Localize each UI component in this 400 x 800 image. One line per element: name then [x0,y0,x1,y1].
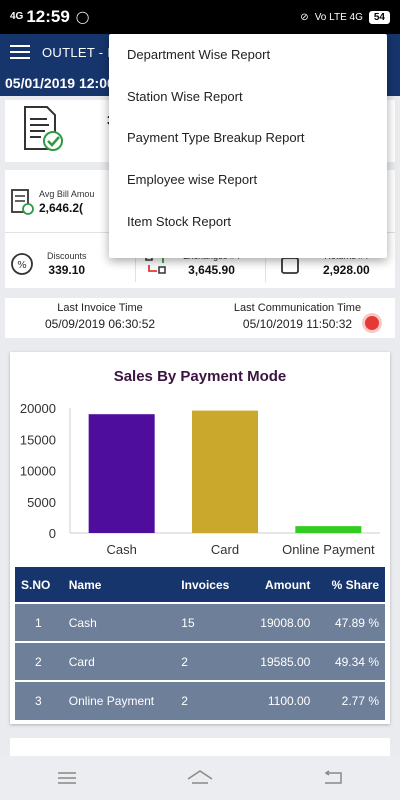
menu-item-station-wise-report[interactable]: Station Wise Report [109,76,387,118]
cell-sno: 2 [15,641,63,681]
x-tick-label: Cash [106,542,136,557]
table-row[interactable]: 2 Card 2 19585.00 49.34 % [15,641,385,681]
menu-item-payment-type-breakup-report[interactable]: Payment Type Breakup Report [109,117,387,159]
date-range-text: 05/01/2019 12:00 [5,75,115,91]
last-communication-label: Last Communication Time [233,302,362,314]
home-icon [187,770,213,784]
bar [295,526,362,533]
bar [192,410,258,533]
cell-name: Cash [62,602,176,642]
back-button[interactable] [313,763,353,793]
col-amount: Amount [244,567,317,603]
network-status: Vo LTE 4G [314,11,363,23]
mute-icon: ⊘ [300,11,309,23]
invoice-check-icon [24,106,63,151]
recent-apps-button[interactable] [47,763,87,793]
y-tick-label: 10000 [20,464,56,479]
menu-icon[interactable] [10,45,30,59]
y-tick-label: 5000 [27,495,56,510]
sales-bar-chart: 0 5000 10000 15000 20000 Cash Card Online Payme… [20,401,380,557]
col-invoices: Invoices [175,567,245,603]
returns-value: 2,928.00 [323,263,370,277]
time-card: Last Invoice Time 05/09/2019 06:30:52 La… [5,298,395,338]
menu-item-employee-wise-report[interactable]: Employee wise Report [109,159,387,201]
sales-chart-card: Sales By Payment Mode 0 5000 10000 15000 200… [10,352,390,724]
table-row[interactable]: 1 Cash 15 19008.00 47.89 % [15,602,385,642]
cell-share: 49.34 % [316,641,385,681]
x-tick-label: Card [211,542,239,557]
x-tick-label: Online Payment [282,542,375,557]
receipt-icon [5,188,39,216]
battery-indicator: 54 [368,10,390,24]
y-tick-label: 20000 [20,401,56,416]
col-name: Name [62,567,176,603]
last-communication-value: 05/10/2019 11:50:32 [242,317,353,331]
cell-name: Online Payment [62,680,176,720]
menu-item-department-wise-report[interactable]: Department Wise Report [109,34,387,76]
table-header-row: S.NO Name Invoices Amount % Share [15,567,385,603]
last-invoice-label: Last Invoice Time [57,302,143,314]
cell-name: Card [62,641,176,681]
exchanges-value: 3,645.90 [188,263,235,277]
cell-amount: 19585.00 [244,641,317,681]
bar [88,414,155,533]
whatsapp-icon: ◯ [75,10,90,24]
cell-invoices: 15 [175,602,245,642]
table-row[interactable]: 3 Online Payment 2 1100.00 2.77 % [15,680,385,720]
status-time: 12:59 [26,7,70,26]
chart-title: Sales By Payment Mode [113,368,287,385]
svg-text:%: % [17,260,27,271]
avg-bill-label: Avg Bill Amou [39,189,95,199]
cell-share: 2.77 % [316,680,385,720]
cell-share: 47.89 % [316,602,385,642]
last-invoice-value: 05/09/2019 06:30:52 [44,317,156,331]
reports-dropdown-menu: Department Wise Report Station Wise Repo… [109,34,387,258]
home-button[interactable] [180,763,220,793]
back-icon [324,770,343,784]
system-nav-bar [0,756,400,800]
connection-status-dot [365,316,379,330]
status-bar: 4G 12:59 ◯ ⊘ Vo LTE 4G 54 [0,0,400,34]
col-sno: S.NO [15,567,63,603]
cell-sno: 3 [15,680,63,720]
cell-invoices: 2 [175,680,245,720]
discounts-label: Discounts [47,251,87,261]
menu-item-item-stock-report[interactable]: Item Stock Report [109,200,387,242]
discounts-value: 339.10 [48,263,86,277]
cell-amount: 19008.00 [244,602,317,642]
col-share: % Share [316,567,385,603]
cell-invoices: 2 [175,641,245,681]
cell-amount: 1100.00 [244,680,317,720]
y-tick-label: 0 [49,526,56,541]
network-indicator: 4G [10,11,24,22]
avg-bill-value: 2,646.2( [39,201,84,215]
menu-lines-icon [57,772,76,784]
discount-icon: % [5,251,39,277]
cell-sno: 1 [15,602,63,642]
payment-table: S.NO Name Invoices Amount % Share 1 Cash… [15,567,385,720]
y-tick-label: 15000 [20,432,56,447]
